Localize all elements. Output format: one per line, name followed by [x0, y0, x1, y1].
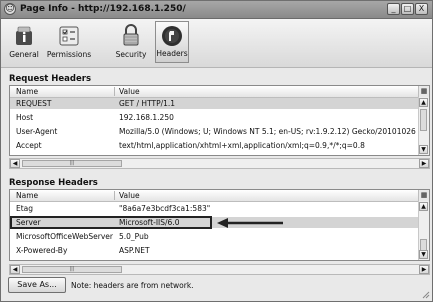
close-button[interactable]: X	[415, 3, 428, 15]
row-value: GET / HTTP/1.1	[119, 99, 176, 108]
response-col-name[interactable]: Name	[16, 191, 38, 200]
table-row[interactable]: X-Powered-By ASP.NET	[10, 245, 421, 256]
row-name: X-Powered-By	[16, 246, 68, 255]
response-vertical-scrollbar[interactable]: ▲ ▼	[418, 201, 429, 260]
scroll-up-icon[interactable]: ▲	[419, 202, 428, 211]
scroll-thumb[interactable]	[420, 109, 427, 131]
row-value: text/html,application/xhtml+xml,applicat…	[119, 141, 365, 150]
row-name: Host	[16, 113, 34, 122]
column-divider[interactable]	[114, 191, 115, 200]
page-info-toolbar: General Permissions Security Headers	[1, 19, 432, 68]
minimize-button[interactable]: _	[387, 3, 400, 15]
save-as-button[interactable]: Save As...	[8, 277, 66, 293]
tab-headers-label: Headers	[156, 49, 188, 58]
horizontal-scroll-thumb[interactable]: |||	[22, 266, 122, 273]
row-name: User-Agent	[16, 127, 58, 136]
tab-permissions-label: Permissions	[46, 50, 92, 59]
row-value: 5.0_Pub	[119, 232, 149, 241]
title-bar[interactable]: ☺ Page Info - http://192.168.1.250/ _ □ …	[1, 1, 432, 19]
request-headers-title: Request Headers	[9, 74, 92, 84]
server-row-highlight-box	[10, 216, 212, 229]
info-icon	[16, 26, 32, 45]
column-divider[interactable]	[114, 87, 115, 96]
request-col-name[interactable]: Name	[16, 87, 38, 96]
row-value: ASP.NET	[119, 246, 150, 255]
request-col-value[interactable]: Value	[119, 87, 140, 96]
table-row[interactable]: REQUEST GET / HTTP/1.1	[10, 98, 421, 109]
row-name: REQUEST	[16, 99, 52, 108]
tab-security-label: Security	[115, 50, 147, 59]
table-row[interactable]: Accept text/html,application/xhtml+xml,a…	[10, 140, 421, 151]
resize-grip-icon[interactable]	[422, 291, 430, 299]
scroll-down-icon[interactable]: ▼	[419, 145, 428, 154]
horizontal-scroll-thumb[interactable]: |||	[22, 160, 122, 167]
row-value: 192.168.1.250	[119, 113, 174, 122]
response-table-header: Name Value	[10, 190, 421, 202]
maximize-button[interactable]: □	[401, 3, 414, 15]
request-vertical-scrollbar[interactable]: ▲ ▼	[418, 97, 429, 155]
request-headers-table[interactable]: Name Value ▦ REQUEST GET / HTTP/1.1 Host…	[9, 85, 430, 156]
table-row[interactable]: Host 192.168.1.250	[10, 112, 421, 123]
headers-icon	[162, 26, 182, 46]
tab-security[interactable]: Security	[111, 21, 151, 63]
row-name: Etag	[16, 204, 34, 213]
tab-headers[interactable]: Headers	[155, 21, 189, 63]
row-name: MicrosoftOfficeWebServer	[16, 232, 113, 241]
table-row[interactable]: MicrosoftOfficeWebServer 5.0_Pub	[10, 231, 421, 242]
scroll-left-icon[interactable]: ◀	[10, 159, 20, 168]
tab-general-label: General	[9, 50, 39, 59]
network-note: Note: headers are from network.	[71, 281, 194, 290]
table-row[interactable]: User-Agent Mozilla/5.0 (Windows; U; Wind…	[10, 126, 421, 137]
request-horizontal-scrollbar[interactable]: ◀ ||| ▶	[9, 158, 430, 169]
table-row[interactable]: Etag "8a6a7e3bcdf3ca1:583"	[10, 203, 421, 214]
response-headers-table[interactable]: Name Value ▦ Etag "8a6a7e3bcdf3ca1:583" …	[9, 189, 430, 261]
request-table-header: Name Value	[10, 86, 421, 98]
row-value: Mozilla/5.0 (Windows; U; Windows NT 5.1;…	[119, 127, 419, 136]
scroll-right-icon[interactable]: ▶	[419, 159, 429, 168]
response-col-value[interactable]: Value	[119, 191, 140, 200]
row-value: "8a6a7e3bcdf3ca1:583"	[119, 204, 211, 213]
tab-permissions[interactable]: Permissions	[44, 21, 94, 63]
scroll-left-icon[interactable]: ◀	[10, 265, 20, 274]
lock-icon	[123, 24, 139, 46]
scroll-up-icon[interactable]: ▲	[419, 98, 428, 107]
firefox-icon: ☺	[4, 3, 16, 15]
page-info-window: ☺ Page Info - http://192.168.1.250/ _ □ …	[0, 0, 433, 302]
response-horizontal-scrollbar[interactable]: ◀ ||| ▶	[9, 264, 430, 275]
scroll-down-icon[interactable]: ▼	[419, 250, 428, 259]
row-name: Accept	[16, 141, 42, 150]
annotation-arrow-icon	[217, 218, 283, 228]
scroll-right-icon[interactable]: ▶	[419, 265, 429, 274]
tab-general[interactable]: General	[4, 21, 44, 63]
window-title: Page Info - http://192.168.1.250/	[20, 4, 186, 14]
permissions-icon	[59, 26, 79, 46]
response-headers-title: Response Headers	[9, 178, 98, 188]
